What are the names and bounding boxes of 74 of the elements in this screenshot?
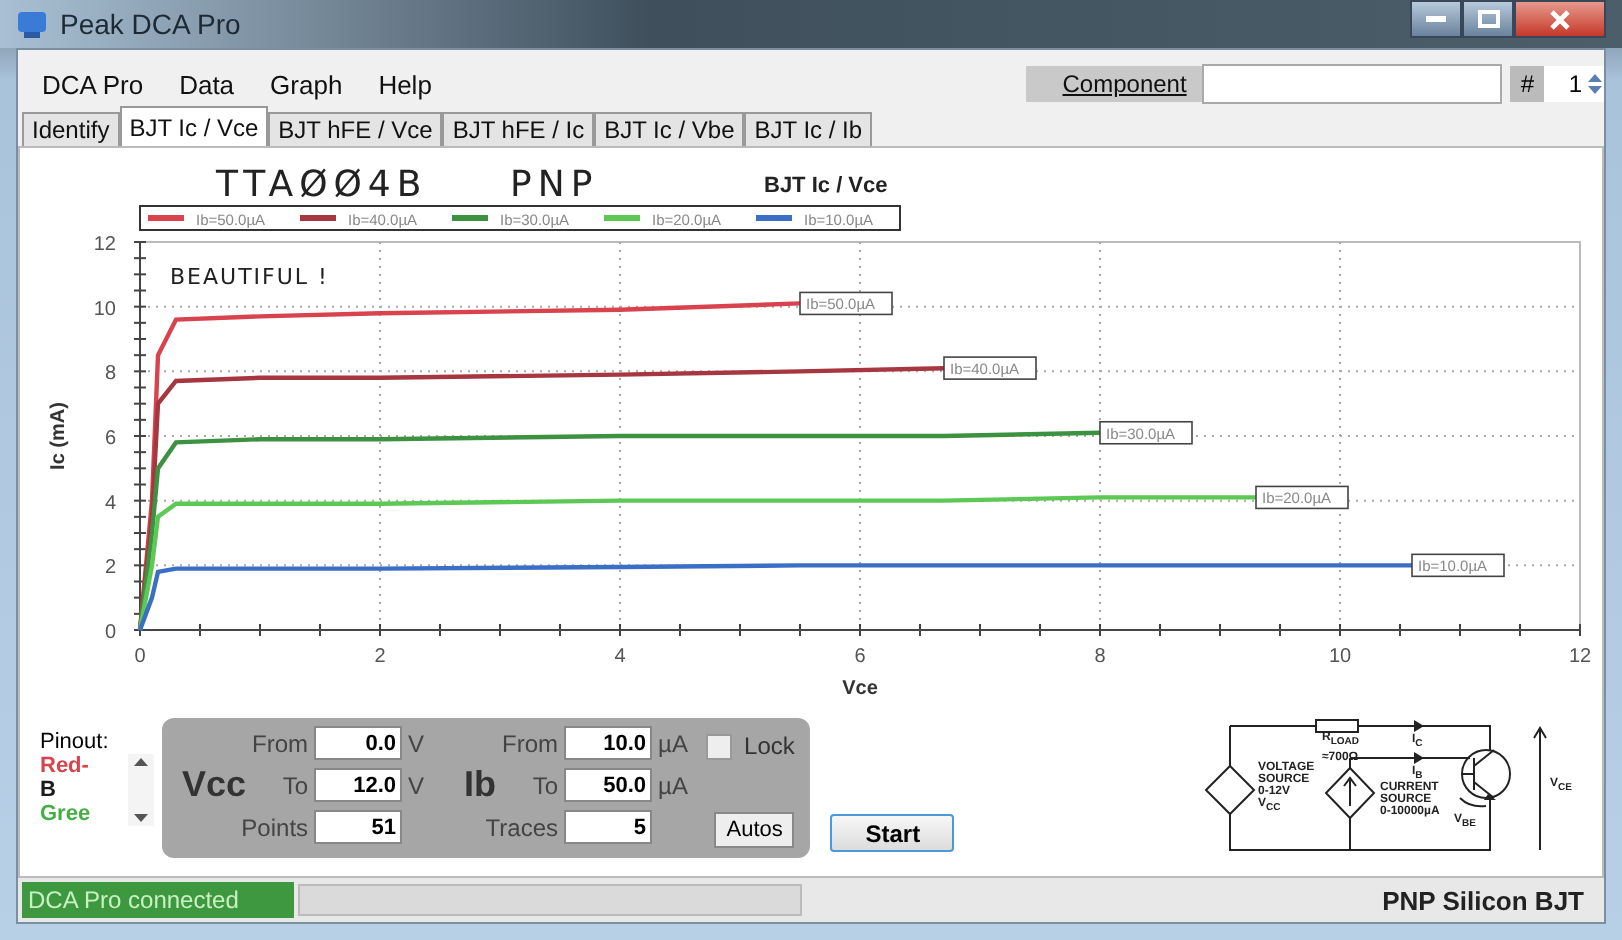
- window-title: Peak DCA Pro: [60, 8, 241, 40]
- input-field[interactable]: 50.0: [564, 768, 653, 802]
- pinout-text: Gree: [40, 802, 93, 826]
- spin-arrows-icon: [1586, 70, 1604, 98]
- app-icon: [16, 8, 48, 40]
- y-tick-label: 12: [93, 234, 116, 256]
- pinout-text: B: [40, 778, 58, 802]
- close-icon: [1550, 9, 1570, 29]
- chart-title: BJT Ic / Vce: [764, 174, 888, 198]
- tab[interactable]: BJT Ic / Vbe: [594, 112, 745, 146]
- pinout-text: Red-: [40, 754, 91, 778]
- field-label: Points: [241, 813, 309, 841]
- unit-label: µA: [658, 729, 690, 757]
- lock-label: Lock: [744, 732, 795, 760]
- input-field[interactable]: 5: [564, 810, 653, 844]
- tab[interactable]: BJT hFE / Ic: [442, 112, 595, 146]
- menu-item[interactable]: Graph: [270, 69, 343, 99]
- minimize-button[interactable]: [1410, 0, 1462, 38]
- handwritten-note: PNP: [510, 164, 599, 206]
- component-label: Component: [1026, 66, 1203, 102]
- unit-label: V: [408, 729, 427, 757]
- lock-checkbox[interactable]: [706, 733, 733, 759]
- maximize-icon: [1477, 10, 1499, 28]
- x-tick-label: 4: [614, 646, 626, 668]
- x-tick-label: 0: [134, 646, 146, 668]
- x-axis-label: Vce: [842, 678, 878, 700]
- x-tick-label: 2: [374, 646, 386, 668]
- device-type: PNP Silicon BJT: [1382, 885, 1586, 915]
- x-tick-label: 10: [1328, 646, 1352, 668]
- field-label: From: [502, 729, 559, 757]
- input-field[interactable]: 12.0: [314, 768, 403, 802]
- scroll-down-icon: [134, 814, 148, 822]
- field-label: From: [252, 729, 309, 757]
- menu-item[interactable]: DCA Pro: [42, 69, 144, 99]
- menu-item[interactable]: Data: [179, 69, 235, 99]
- ib-label: Ib: [462, 764, 497, 806]
- handwritten-note: BEAUTIFUL !: [170, 264, 329, 290]
- x-tick-label: 12: [1568, 646, 1592, 668]
- x-tick-label: 8: [1094, 646, 1106, 668]
- field-label: To: [282, 771, 309, 799]
- menu-item[interactable]: Help: [378, 69, 432, 99]
- unit-label: µA: [658, 771, 690, 799]
- tab[interactable]: BJT Ic / Vce: [119, 106, 269, 146]
- y-tick-label: 6: [104, 428, 116, 450]
- pinout-label: Pinout:: [40, 730, 111, 754]
- vcc-label: Vcc: [180, 764, 247, 806]
- number-label: #: [1510, 66, 1544, 102]
- handwritten-note: TTAØØ4B: [216, 164, 428, 206]
- y-tick-label: 10: [93, 298, 116, 321]
- tab[interactable]: Identify: [22, 112, 120, 146]
- autos-button[interactable]: Autos: [714, 812, 795, 848]
- minimize-icon: [1426, 15, 1446, 23]
- y-tick-label: 4: [104, 492, 116, 515]
- tab[interactable]: BJT hFE / Vce: [268, 112, 443, 146]
- input-field[interactable]: 51: [314, 810, 403, 844]
- input-field[interactable]: 0.0: [314, 726, 403, 760]
- input-field[interactable]: 10.0: [564, 726, 653, 760]
- y-axis-label: Ic (mA): [48, 402, 70, 470]
- x-tick-label: 6: [854, 646, 866, 668]
- unit-label: V: [408, 771, 427, 799]
- close-button[interactable]: [1514, 0, 1606, 38]
- field-label: Traces: [485, 813, 559, 841]
- field-label: To: [532, 771, 559, 799]
- y-tick-label: 2: [104, 557, 116, 580]
- scroll-up-icon: [134, 758, 148, 766]
- tab[interactable]: BJT Ic / Ib: [744, 112, 873, 146]
- number-spinner[interactable]: 1: [1544, 66, 1604, 102]
- component-field[interactable]: [1202, 64, 1503, 104]
- scrollbar[interactable]: [128, 754, 154, 826]
- y-tick-label: 8: [104, 363, 116, 386]
- y-tick-label: 0: [104, 622, 116, 644]
- connection-status: DCA Pro connected: [22, 882, 294, 918]
- start-button[interactable]: Start: [830, 814, 955, 852]
- maximize-button[interactable]: [1462, 0, 1514, 38]
